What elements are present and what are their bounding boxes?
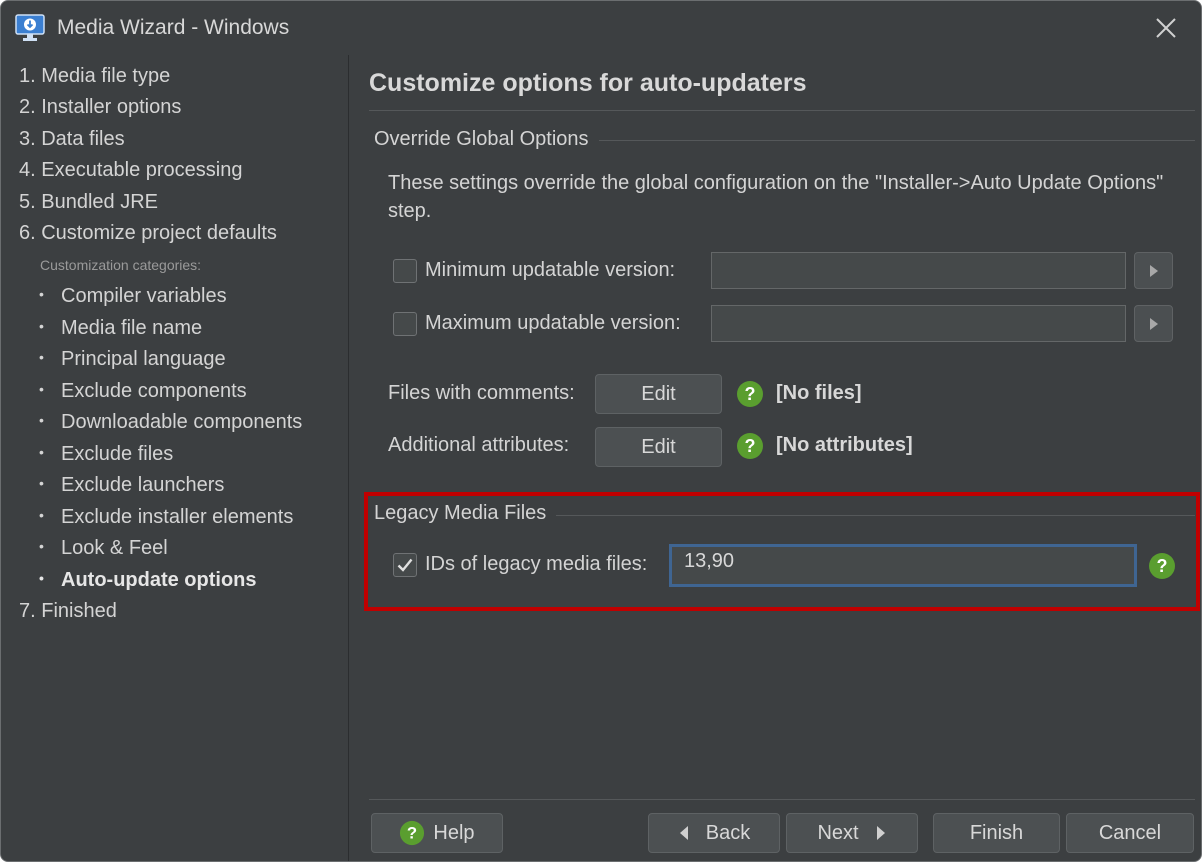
finish-button[interactable]: Finish (933, 813, 1060, 853)
page-title: Customize options for auto-updaters (369, 69, 807, 97)
back-button-label: Back (705, 822, 751, 844)
step-executable-processing[interactable]: 4. Executable processing (19, 159, 242, 182)
help-button[interactable]: ? Help (371, 813, 503, 853)
category-label: Exclude installer elements (61, 506, 294, 528)
additional-attributes-edit-button[interactable]: Edit (595, 427, 722, 467)
override-description: These settings override the global confi… (388, 172, 1164, 222)
customization-categories-label: Customization categories: (40, 257, 202, 273)
window-title: Media Wizard - Windows (57, 16, 290, 39)
category-exclude-files[interactable]: • Exclude files (39, 443, 173, 466)
additional-attributes-value: [No attributes] (776, 434, 913, 456)
files-with-comments-value: [No files] (776, 382, 862, 404)
step-data-files[interactable]: 3. Data files (19, 128, 125, 151)
category-label: Compiler variables (61, 285, 227, 307)
bullet: • (39, 318, 44, 334)
triangle-right-icon (1150, 265, 1158, 277)
files-with-comments-label: Files with comments: (388, 382, 575, 404)
max-version-menu-button[interactable] (1134, 305, 1173, 342)
category-label: Media file name (61, 317, 203, 339)
question-mark-icon: ? (400, 820, 425, 846)
next-button-label: Next (817, 822, 859, 844)
media-wizard-window: Media Wizard - Windows 1. Media file typ… (0, 0, 1202, 862)
step-finished[interactable]: 7. Finished (19, 600, 117, 623)
bullet: • (39, 381, 44, 397)
monitor-download-icon (15, 14, 45, 42)
bullet: • (39, 475, 44, 491)
step-installer-options[interactable]: 2. Installer options (19, 96, 181, 119)
triangle-right-icon (1150, 318, 1158, 330)
bullet: • (39, 412, 44, 428)
step-media-file-type[interactable]: 1. Media file type (19, 65, 170, 88)
question-mark-icon[interactable]: ? (736, 380, 764, 408)
override-group-title: Override Global Options (374, 128, 599, 151)
back-button[interactable]: Back (648, 813, 780, 853)
close-button[interactable] (1151, 13, 1181, 43)
category-exclude-launchers[interactable]: • Exclude launchers (39, 474, 224, 497)
max-version-checkbox[interactable] (393, 312, 417, 336)
category-auto-update-options[interactable]: • Auto-update options (39, 569, 257, 592)
svg-text:?: ? (745, 436, 756, 456)
help-button-label: Help (433, 822, 475, 844)
category-label: Look & Feel (61, 537, 168, 559)
bullet: • (39, 286, 44, 302)
title-bar: Media Wizard - Windows (1, 1, 1201, 55)
category-compiler-variables[interactable]: • Compiler variables (39, 285, 227, 308)
min-version-checkbox[interactable] (393, 259, 417, 283)
min-version-menu-button[interactable] (1134, 252, 1173, 289)
category-label: Exclude components (61, 380, 247, 402)
step-bundled-jre[interactable]: 5. Bundled JRE (19, 191, 158, 214)
category-label: Exclude files (61, 443, 174, 465)
next-button[interactable]: Next (786, 813, 918, 853)
svg-text:?: ? (407, 824, 417, 843)
category-label: Exclude launchers (61, 474, 225, 496)
close-icon (1156, 18, 1176, 38)
category-look-and-feel[interactable]: • Look & Feel (39, 537, 168, 560)
category-label: Principal language (61, 348, 226, 370)
category-exclude-installer-elements[interactable]: • Exclude installer elements (39, 506, 293, 529)
max-version-label: Maximum updatable version: (425, 312, 681, 334)
sidebar-divider (348, 55, 349, 861)
category-label: Auto-update options (61, 569, 257, 591)
triangle-right-icon (876, 826, 885, 840)
step-customize-project-defaults[interactable]: 6. Customize project defaults (19, 222, 277, 245)
bullet: • (39, 349, 44, 365)
category-media-file-name[interactable]: • Media file name (39, 317, 202, 340)
bullet: • (39, 507, 44, 523)
wizard-steps-sidebar: 1. Media file type 2. Installer options … (1, 55, 349, 861)
triangle-left-icon (679, 826, 688, 840)
additional-attributes-label: Additional attributes: (388, 434, 570, 456)
category-exclude-components[interactable]: • Exclude components (39, 380, 247, 403)
bullet: • (39, 538, 44, 554)
heading-separator (369, 110, 1195, 111)
category-label: Downloadable components (61, 411, 303, 433)
files-with-comments-edit-button[interactable]: Edit (595, 374, 722, 414)
min-version-field[interactable] (711, 252, 1126, 289)
category-principal-language[interactable]: • Principal language (39, 348, 226, 371)
cancel-button[interactable]: Cancel (1066, 813, 1194, 853)
min-version-label: Minimum updatable version: (425, 259, 676, 281)
svg-text:?: ? (745, 384, 756, 404)
question-mark-icon[interactable]: ? (736, 432, 764, 460)
footer-separator (369, 799, 1195, 800)
legacy-section-highlight (364, 492, 1200, 611)
bullet: • (39, 444, 44, 460)
max-version-field[interactable] (711, 305, 1126, 342)
main-panel: Customize options for auto-updaters Over… (350, 55, 1201, 861)
category-downloadable-components[interactable]: • Downloadable components (39, 411, 302, 434)
bullet: • (39, 570, 44, 586)
